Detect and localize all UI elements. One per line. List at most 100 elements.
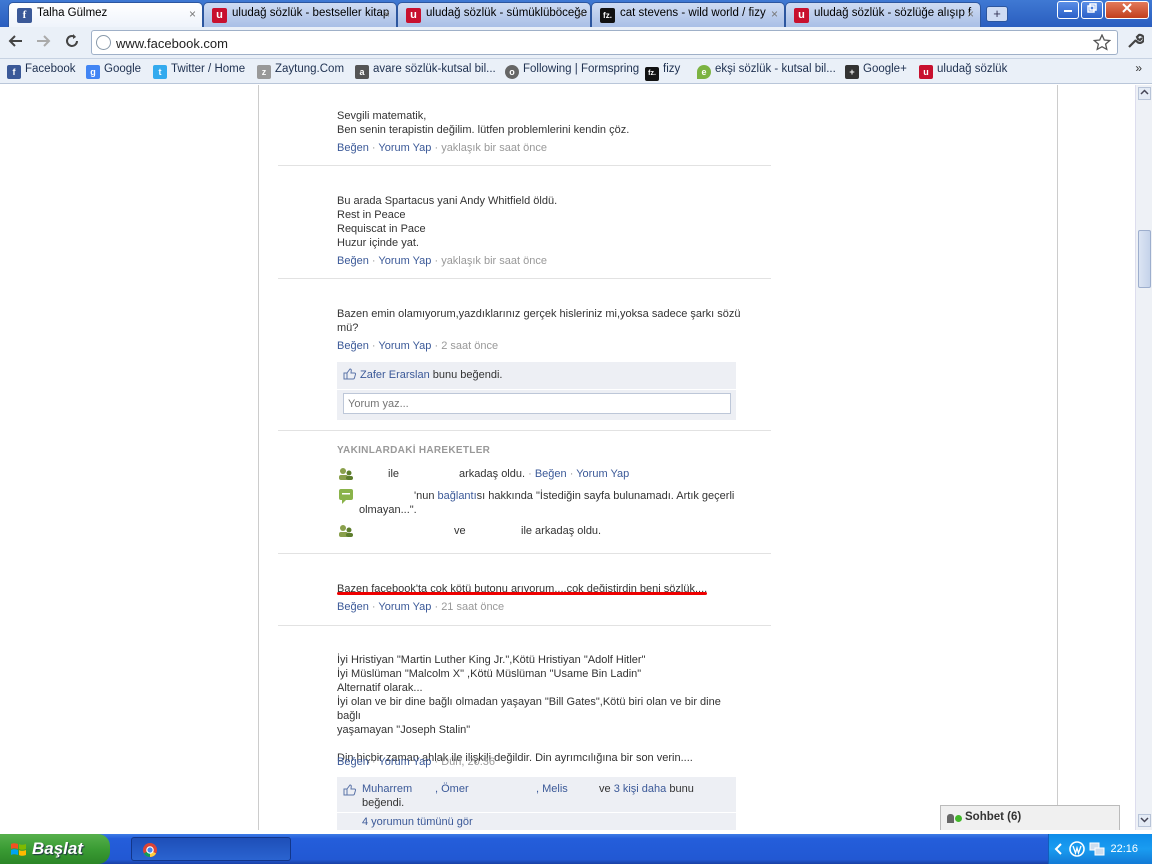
- tab-facebook[interactable]: f Talha Gülmez ×: [8, 2, 203, 28]
- bookmark-formspring[interactable]: o Following | Formspring: [505, 63, 639, 79]
- comment-link[interactable]: Yorum Yap: [576, 468, 629, 480]
- comment-link[interactable]: Yorum Yap: [378, 142, 431, 154]
- start-button[interactable]: Başlat: [0, 834, 110, 864]
- tab-close-icon[interactable]: ×: [967, 7, 974, 21]
- like-link[interactable]: Beğen: [535, 468, 567, 480]
- post-text: Bu arada Spartacus yani Andy Whitfield ö…: [337, 194, 747, 250]
- post-line: İyi Hristiyan "Martin Luther King Jr.",K…: [337, 654, 646, 666]
- like-link[interactable]: Beğen: [337, 756, 369, 768]
- new-tab-button[interactable]: +: [986, 6, 1008, 22]
- separator-dot: ·: [368, 340, 379, 352]
- like-link[interactable]: Beğen: [337, 340, 369, 352]
- divider: [278, 553, 771, 554]
- separator-dot: ·: [431, 756, 442, 768]
- comment-input[interactable]: [343, 393, 731, 414]
- tab-close-icon[interactable]: ×: [383, 7, 390, 21]
- address-bar[interactable]: www.facebook.com: [91, 30, 1118, 55]
- bookmark-avare[interactable]: a avare sözlük-kutsal bil...: [355, 63, 496, 79]
- liker-name-link[interactable]: Zafer Erarslan: [360, 369, 430, 381]
- post-line: Sevgili matematik,: [337, 110, 427, 122]
- eksi-drop-icon: e: [697, 65, 711, 79]
- post-actions: Beğen · Yorum Yap · yaklaşık bir saat ön…: [337, 255, 547, 267]
- post-timestamp[interactable]: yaklaşık bir saat önce: [441, 255, 547, 267]
- post-timestamp[interactable]: Dün, 20:36: [441, 756, 495, 768]
- bookmark-google-plus[interactable]: + Google+: [845, 63, 907, 79]
- activity-item: ile: [388, 467, 399, 481]
- taskbar-chrome-item[interactable]: [131, 837, 291, 861]
- liker-name-link[interactable]: Muharrem: [362, 783, 412, 795]
- separator-dot: ·: [368, 756, 379, 768]
- like-comment-box: Muharrem , Ömer , Melis ve 3 kişi daha b…: [337, 777, 736, 830]
- comment-link[interactable]: Yorum Yap: [378, 756, 431, 768]
- google-icon: g: [86, 65, 100, 79]
- separator-dot: ·: [368, 142, 379, 154]
- comment-link[interactable]: Yorum Yap: [378, 255, 431, 267]
- close-window-button[interactable]: [1105, 1, 1149, 19]
- bookmark-google[interactable]: g Google: [86, 63, 141, 79]
- forward-button[interactable]: [32, 32, 54, 54]
- post-timestamp[interactable]: yaklaşık bir saat önce: [441, 142, 547, 154]
- post-timestamp[interactable]: 21 saat önce: [441, 601, 504, 613]
- tab-close-icon[interactable]: ×: [189, 7, 196, 21]
- back-button[interactable]: [5, 32, 27, 54]
- tray-expand-chevron-icon[interactable]: [1053, 842, 1065, 856]
- wrench-menu-icon[interactable]: [1126, 32, 1144, 50]
- view-all-comments-link[interactable]: 4 yorumun tümünü gör: [362, 816, 473, 828]
- post-text: İyi Hristiyan "Martin Luther King Jr.",K…: [337, 653, 747, 765]
- friends-icon: [339, 525, 353, 537]
- scroll-thumb[interactable]: [1138, 230, 1151, 288]
- tab-close-icon[interactable]: ×: [577, 7, 584, 21]
- bookmark-twitter[interactable]: t Twitter / Home: [153, 63, 245, 79]
- like-link[interactable]: Beğen: [337, 255, 369, 267]
- post-timestamp[interactable]: 2 saat önce: [441, 340, 498, 352]
- friends-icon: [339, 468, 353, 480]
- thumbs-up-icon: [343, 368, 356, 380]
- chat-bar-button[interactable]: Sohbet (6): [940, 805, 1120, 830]
- scroll-down-arrow-icon[interactable]: [1138, 814, 1151, 827]
- reload-button[interactable]: [61, 32, 83, 54]
- tab-uludag-3[interactable]: u uludağ sözlük - sözlüğe alışıp f ×: [785, 2, 981, 27]
- more-likers-link[interactable]: 3 kişi daha: [614, 783, 667, 795]
- tab-title: uludağ sözlük - sözlüğe alışıp f: [814, 7, 972, 19]
- restore-button[interactable]: [1081, 1, 1103, 19]
- activity-text: arkadaş oldu.: [459, 468, 526, 480]
- bookmarks-overflow-icon[interactable]: »: [1135, 61, 1142, 75]
- system-tray: 22:16: [1048, 834, 1152, 864]
- separator-dot: ·: [525, 468, 535, 480]
- bookmark-eksi[interactable]: e ekşi sözlük - kutsal bil...: [697, 63, 836, 79]
- bookmark-zaytung[interactable]: z Zaytung.Com: [257, 63, 344, 79]
- activity-text: ile: [388, 468, 400, 480]
- wordpress-tray-icon[interactable]: [1069, 841, 1085, 857]
- tab-uludag-2[interactable]: u uludağ sözlük - sümüklüböceğe ×: [397, 2, 591, 27]
- network-tray-icon[interactable]: [1089, 841, 1105, 857]
- divider: [278, 430, 771, 431]
- post-line: İyi Müslüman "Malcolm X" ,Kötü Müslüman …: [337, 668, 642, 680]
- bookmark-uludag[interactable]: u uludağ sözlük: [919, 63, 1007, 79]
- start-label: Başlat: [32, 839, 84, 858]
- tab-title: cat stevens - wild world / fizy: [620, 7, 766, 19]
- comment-link[interactable]: Yorum Yap: [378, 601, 431, 613]
- tab-uludag-1[interactable]: u uludağ sözlük - bestseller kitap ×: [203, 2, 397, 27]
- bookmark-star-icon[interactable]: [1093, 34, 1111, 52]
- like-link[interactable]: Beğen: [337, 142, 369, 154]
- clock[interactable]: 22:16: [1110, 843, 1138, 855]
- post-line: Alternatif olarak...: [337, 682, 423, 694]
- liker-name-link[interactable]: , Ömer: [435, 783, 469, 795]
- bookmark-facebook[interactable]: f Facebook: [7, 63, 76, 79]
- bookmark-label: Twitter / Home: [171, 63, 246, 75]
- bookmark-fizy[interactable]: fz. fizy: [645, 63, 680, 81]
- tab-fizy[interactable]: fz. cat stevens - wild world / fizy ×: [591, 2, 785, 27]
- minimize-button[interactable]: [1057, 1, 1079, 19]
- page-scrollbar[interactable]: [1135, 85, 1152, 830]
- chrome-icon: [143, 843, 157, 858]
- liker-name-link[interactable]: , Melis: [536, 783, 568, 795]
- tab-close-icon[interactable]: ×: [771, 7, 778, 21]
- online-dot-icon: [955, 815, 962, 822]
- activity-text: sı hakkında "İstediğin sayfa bulunamadı.…: [476, 490, 735, 502]
- like-link[interactable]: Beğen: [337, 601, 369, 613]
- url-text[interactable]: www.facebook.com: [116, 36, 228, 51]
- comment-link[interactable]: Yorum Yap: [378, 340, 431, 352]
- facebook-icon: f: [17, 8, 32, 23]
- scroll-up-arrow-icon[interactable]: [1138, 87, 1151, 100]
- link-reference[interactable]: bağlantı: [438, 490, 477, 502]
